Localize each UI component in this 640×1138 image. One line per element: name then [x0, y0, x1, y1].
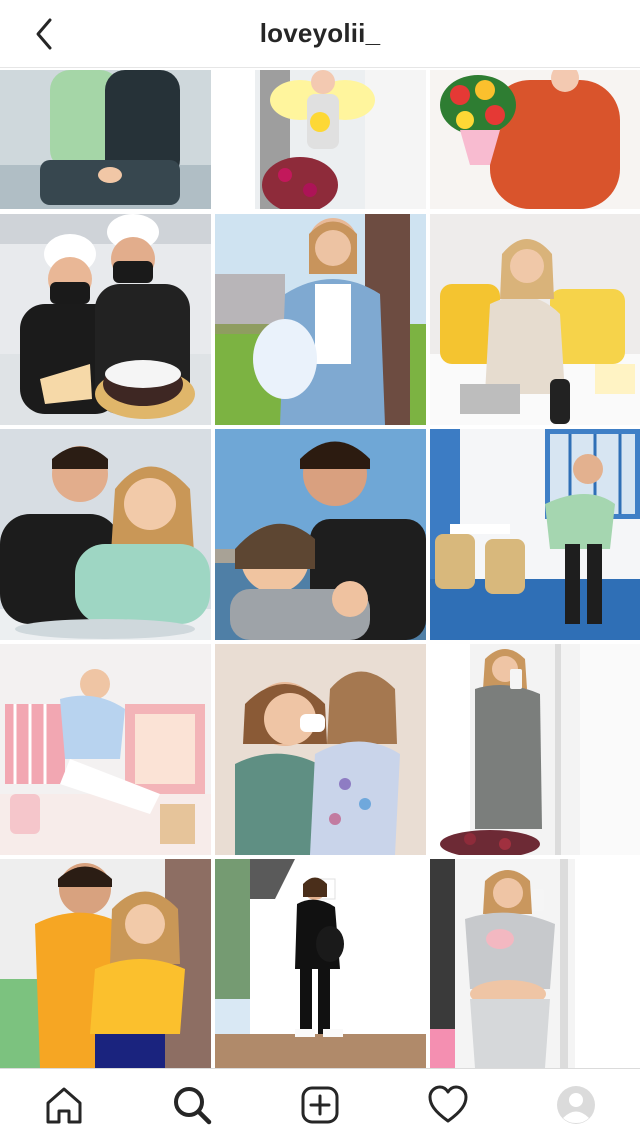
post-tile[interactable]	[0, 859, 211, 1068]
post-tile[interactable]	[430, 859, 640, 1068]
post-image	[215, 429, 426, 640]
home-icon	[46, 1087, 82, 1124]
posts-grid	[0, 70, 640, 1068]
nav-search-button[interactable]	[170, 1083, 214, 1127]
post-tile[interactable]	[0, 214, 211, 425]
profile-avatar-icon	[557, 1086, 595, 1124]
post-tile[interactable]	[430, 214, 640, 425]
post-tile[interactable]	[215, 214, 426, 425]
post-tile[interactable]	[430, 644, 640, 855]
plus-square-icon	[301, 1086, 339, 1124]
post-image	[430, 214, 640, 425]
post-tile[interactable]	[0, 70, 211, 209]
nav-activity-button[interactable]	[426, 1083, 470, 1127]
post-image	[0, 859, 211, 1068]
post-image	[0, 214, 211, 425]
top-bar: loveyolii_	[0, 0, 640, 68]
post-tile[interactable]	[430, 429, 640, 640]
post-image	[215, 644, 426, 855]
post-tile[interactable]	[215, 429, 426, 640]
heart-icon	[428, 1085, 468, 1123]
nav-profile-button[interactable]	[554, 1083, 598, 1127]
post-tile[interactable]	[215, 859, 426, 1068]
post-image	[430, 859, 640, 1068]
nav-home-button[interactable]	[42, 1083, 86, 1127]
post-image	[430, 429, 640, 640]
post-image	[0, 644, 211, 855]
bottom-navigation	[0, 1068, 640, 1138]
post-tile[interactable]	[430, 70, 640, 209]
post-tile[interactable]	[215, 70, 426, 209]
search-icon	[174, 1087, 212, 1125]
post-image	[430, 70, 640, 209]
nav-create-button[interactable]	[298, 1083, 342, 1127]
post-image	[215, 214, 426, 425]
carousel-icon	[388, 873, 412, 897]
post-tile[interactable]	[0, 429, 211, 640]
post-tile[interactable]	[0, 644, 211, 855]
post-image	[0, 429, 211, 640]
post-image	[215, 70, 426, 209]
profile-username: loveyolii_	[259, 18, 381, 48]
post-image	[0, 70, 211, 209]
post-image	[430, 644, 640, 855]
post-tile[interactable]	[215, 644, 426, 855]
